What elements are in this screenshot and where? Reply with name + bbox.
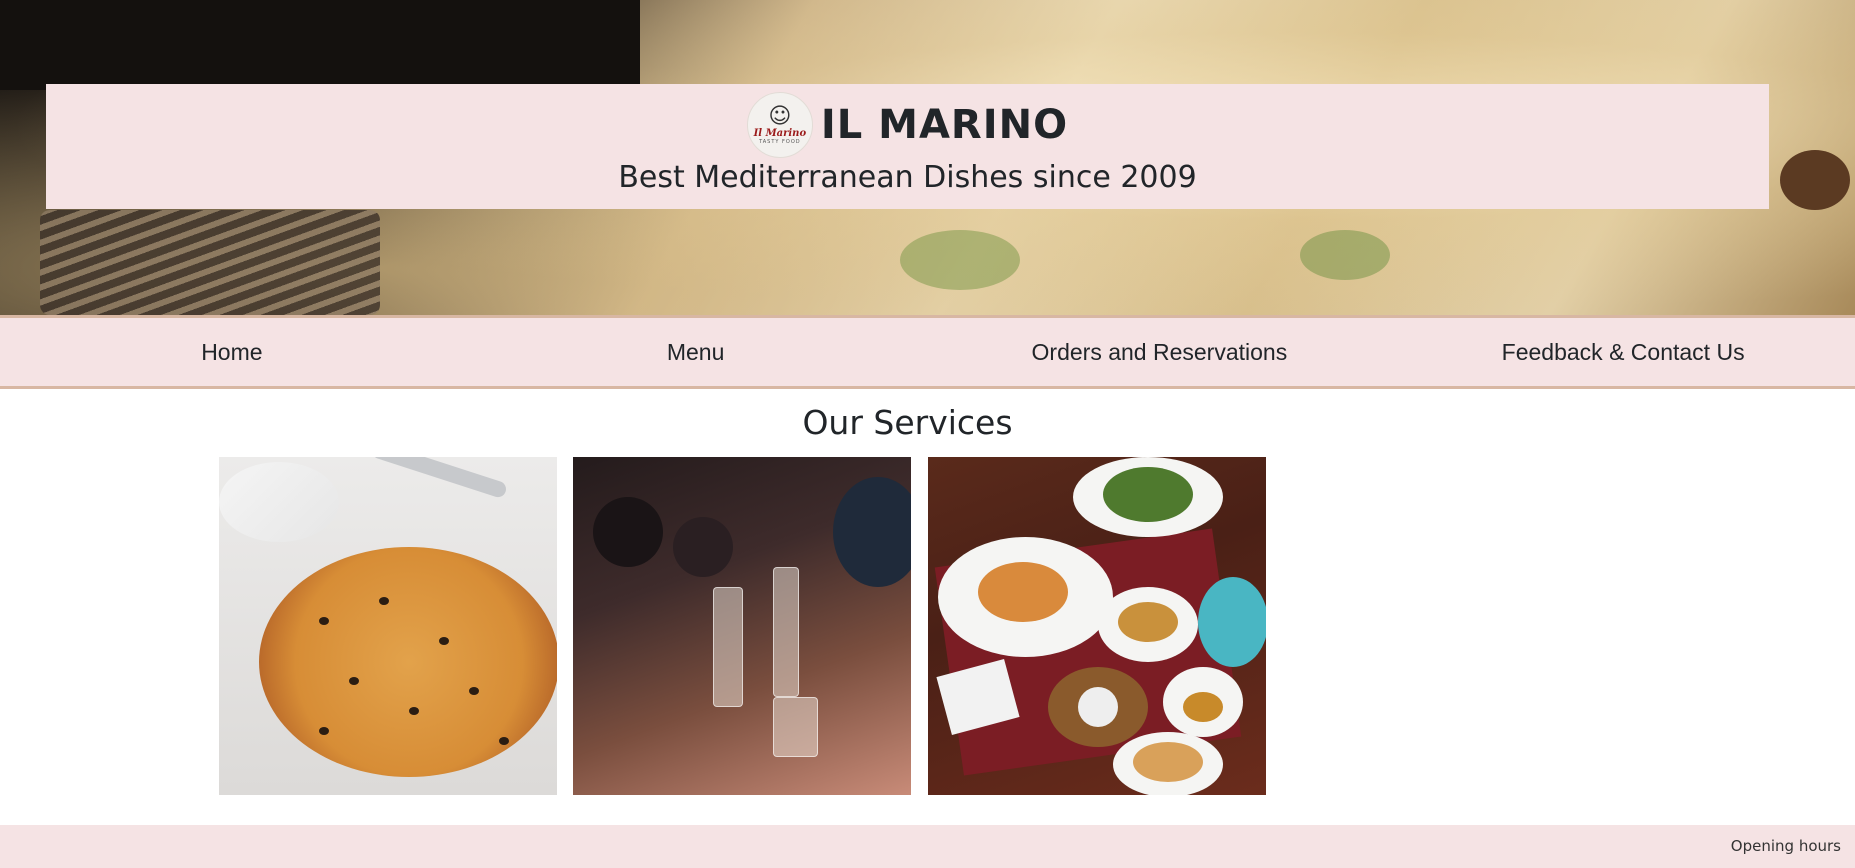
water-glass bbox=[773, 697, 818, 757]
appetizer-plate bbox=[1198, 577, 1266, 667]
site-footer: Opening hours bbox=[0, 825, 1855, 868]
service-tile-dining[interactable] bbox=[573, 457, 911, 795]
guest-silhouette bbox=[673, 517, 733, 577]
restaurant-logo[interactable]: ☺ Il Marino TASTY FOOD bbox=[746, 92, 813, 158]
wine-glass bbox=[713, 587, 743, 707]
logo-subtitle: TASTY FOOD bbox=[759, 138, 801, 145]
opening-hours-text: Opening hours bbox=[1730, 837, 1841, 855]
croquette-plate bbox=[1163, 667, 1243, 737]
potato-plate bbox=[1098, 587, 1198, 662]
fries-plate bbox=[1113, 732, 1223, 795]
brand-row: ☺ Il Marino TASTY FOOD IL MARINO bbox=[46, 90, 1769, 160]
nav-feedback-contact-link[interactable]: Feedback & Contact Us bbox=[1391, 318, 1855, 386]
nav-home-link[interactable]: Home bbox=[0, 318, 464, 386]
hero-pasta-detail bbox=[40, 210, 380, 315]
pizza bbox=[259, 547, 557, 777]
pizza-slice-plate bbox=[219, 462, 339, 542]
main-nav: Home Menu Orders and Reservations Feedba… bbox=[0, 315, 1855, 389]
logo-script-text: Il Marino bbox=[753, 127, 807, 139]
brand-name: IL MARINO bbox=[820, 102, 1069, 148]
hero-herb-spot bbox=[900, 230, 1020, 290]
hero-dark-area bbox=[0, 0, 640, 90]
skewer-plate bbox=[1048, 667, 1148, 747]
tongs bbox=[369, 457, 509, 500]
services-title: Our Services bbox=[802, 403, 1013, 442]
chef-icon: ☺ bbox=[768, 103, 792, 129]
hero-herb-spot bbox=[1300, 230, 1390, 280]
service-tile-pizza[interactable] bbox=[219, 457, 557, 795]
site-header: ☺ Il Marino TASTY FOOD IL MARINO Best Me… bbox=[46, 84, 1769, 209]
nav-menu-link[interactable]: Menu bbox=[464, 318, 928, 386]
salad-plate bbox=[1073, 457, 1223, 537]
tagline: Best Mediterranean Dishes since 2009 bbox=[618, 160, 1197, 195]
guest-silhouette bbox=[833, 477, 911, 587]
guest-silhouette bbox=[593, 497, 663, 567]
pasta-plate bbox=[938, 537, 1113, 657]
nav-orders-reservations-link[interactable]: Orders and Reservations bbox=[928, 318, 1392, 386]
hero-browned-spot bbox=[1780, 150, 1850, 210]
service-tile-dishes[interactable] bbox=[928, 457, 1266, 795]
wine-glass bbox=[773, 567, 799, 697]
